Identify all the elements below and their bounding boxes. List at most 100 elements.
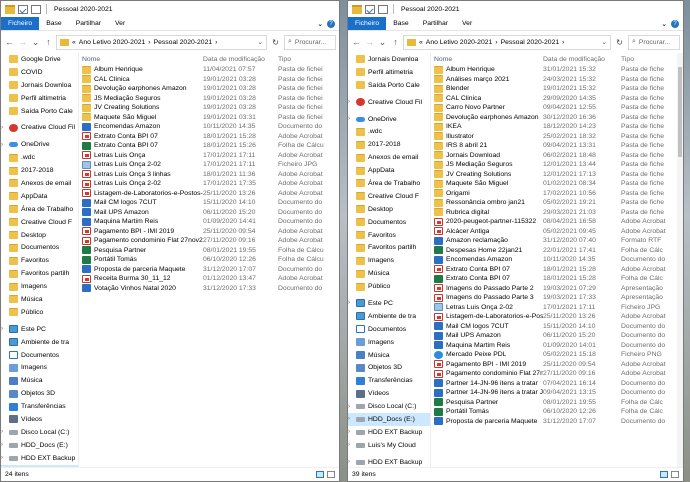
file-row[interactable]: Votação Vinhos Natal 2020 31/12/2020 17:3… — [79, 284, 339, 294]
column-date[interactable]: Data de modificação — [203, 56, 278, 63]
help-icon[interactable]: ? — [671, 19, 679, 28]
search-box[interactable]: ⌕ Procurar... — [284, 34, 336, 50]
recent-locations-icon[interactable]: ⌄ — [30, 37, 41, 48]
nav-item[interactable]: COVID — [1, 66, 78, 79]
nav-item[interactable]: Documentos — [1, 349, 78, 362]
up-arrow-icon[interactable]: ↑ — [390, 37, 401, 47]
breadcrumb-separator[interactable]: « — [72, 39, 76, 46]
file-row[interactable]: Maquete São Miguel 19/01/2021 03:31 Pasta … — [79, 113, 339, 123]
back-arrow-icon[interactable]: ← — [351, 37, 362, 47]
file-row[interactable]: Mail UPS Amazon 06/11/2020 15:20 Documento… — [431, 331, 683, 341]
file-row[interactable]: Letras Luis Onça 2-02 17/01/2021 17:11 Fic… — [431, 303, 683, 313]
file-row[interactable]: Pagamento BPI - IMI 2019 25/11/2020 09:54… — [79, 227, 339, 237]
forward-arrow-icon[interactable]: → — [364, 37, 375, 47]
file-row[interactable]: Amazon reclamação 31/12/2020 07:40 Formato… — [431, 236, 683, 246]
nav-item[interactable]: Objetos 3D — [1, 387, 78, 400]
file-row[interactable]: Ressonância ombro jan21 05/02/2021 19:21 P… — [431, 198, 683, 208]
nav-item[interactable]: Documentos — [348, 216, 430, 229]
nav-item[interactable]: Saída Porto Cale — [1, 105, 78, 118]
file-row[interactable]: Portátil Tomás 06/10/2020 12:26 Folha de C… — [79, 255, 339, 265]
nav-item[interactable]: Vídeos — [1, 413, 78, 426]
expand-chevron-icon[interactable]: › — [1, 429, 6, 435]
file-row[interactable]: IRS 8 abril 21 09/04/2021 13:31 Pasta de f… — [431, 141, 683, 151]
properties-checkbox-icon[interactable] — [18, 4, 28, 14]
file-row[interactable]: Receita Burma 30_11_12 01/12/2020 13:47 Ad… — [79, 274, 339, 284]
nav-item[interactable]: › Este PC — [348, 297, 430, 310]
file-row[interactable]: Pesquisa Partner 08/01/2021 19:55 Folha de… — [79, 246, 339, 256]
file-row[interactable]: Imagens do Passado Parte 3 19/03/2021 17:… — [431, 293, 683, 303]
file-row[interactable]: Mail UPS Amazon 06/11/2020 15:20 Documento… — [79, 208, 339, 218]
nav-item[interactable]: Área de Trabalho — [1, 203, 78, 216]
file-row[interactable]: Rubrica digital 29/03/2021 21:03 Pasta de … — [431, 208, 683, 218]
file-row[interactable]: Extrato Conta BPI 07 18/01/2021 15:26 Folh… — [79, 141, 339, 151]
file-row[interactable]: Pagamento condominio Flat 27nov2027/11/2… — [79, 236, 339, 246]
help-icon[interactable]: ? — [327, 19, 335, 28]
expand-chevron-icon[interactable]: › — [348, 300, 353, 306]
nav-item[interactable]: › OneDrive — [348, 113, 430, 126]
nav-item[interactable]: Transferências — [348, 374, 430, 387]
file-row[interactable]: CAL Clínica 19/01/2021 03:28 Pasta de fich… — [79, 75, 339, 85]
file-row[interactable]: Origami 17/02/2021 10:56 Pasta de fiche — [431, 189, 683, 199]
nav-item[interactable]: Desktop — [1, 229, 78, 242]
file-row[interactable]: Pagamento BPI - IMI 2019 25/11/2020 09:54… — [431, 360, 683, 370]
expand-ribbon-icon[interactable]: ⌄ — [661, 20, 667, 28]
file-row[interactable]: Devolução earphones Amazon 30/12/2020 16:… — [431, 113, 683, 123]
nav-item[interactable]: Imagens — [348, 336, 430, 349]
nav-item[interactable]: Favoritos — [1, 254, 78, 267]
file-row[interactable]: Mail CM logos 7CUT 15/11/2020 14:10 Docume… — [431, 322, 683, 332]
file-row[interactable]: 2020-peugeot-partner-115322 08/04/2021 16… — [431, 217, 683, 227]
recent-locations-icon[interactable]: ⌄ — [377, 37, 388, 48]
nav-item[interactable]: Objetos 3D — [348, 361, 430, 374]
nav-item[interactable]: › HDD_Docs (E:) — [348, 413, 430, 426]
file-row[interactable]: Encomendas Amazon 10/11/2020 14:35 Documen… — [431, 255, 683, 265]
file-row[interactable]: Illustrator 25/02/2021 18:32 Pasta de fich… — [431, 132, 683, 142]
nav-item[interactable]: Perfil altimetria — [1, 92, 78, 105]
nav-item[interactable]: AppData — [1, 190, 78, 203]
expand-chevron-icon[interactable]: › — [348, 116, 353, 122]
nav-item[interactable]: › Creative Cloud Fil — [1, 121, 78, 134]
vertical-scrollbar[interactable] — [677, 53, 683, 467]
breadcrumb-separator[interactable]: « — [419, 39, 423, 46]
expand-ribbon-icon[interactable]: ⌄ — [317, 20, 323, 28]
expand-chevron-icon[interactable]: › — [348, 429, 353, 435]
nav-item[interactable]: Creative Cloud F — [1, 216, 78, 229]
file-row[interactable]: Partner 14-JN-96 itens a tratar 07/04/202… — [431, 379, 683, 389]
refresh-icon[interactable]: ↻ — [613, 38, 626, 47]
tab-ribbon-1[interactable]: Base — [39, 17, 69, 30]
nav-item[interactable]: 2017-2018 — [1, 164, 78, 177]
expand-chevron-icon[interactable]: › — [348, 459, 353, 465]
nav-item[interactable]: › Disco Local (C:) — [348, 400, 430, 413]
large-icons-view-icon[interactable] — [671, 471, 679, 478]
nav-item[interactable]: Saída Porto Cale — [348, 79, 430, 92]
column-type[interactable]: Tipo — [278, 56, 339, 63]
file-row[interactable]: Jornais Download 06/02/2021 18:48 Pasta de… — [431, 151, 683, 161]
nav-item[interactable]: Área de Trabalho — [348, 177, 430, 190]
file-row[interactable]: JS Mediação Seguros 12/01/2021 13:44 Pasta… — [431, 160, 683, 170]
expand-chevron-icon[interactable]: › — [348, 416, 353, 422]
nav-item[interactable]: Perfil altimetria — [348, 66, 430, 79]
file-row[interactable]: Letras Luis Onça 3 linhas 18/01/2021 11:3… — [79, 170, 339, 180]
file-row[interactable]: Listagem-de-Laboratorios-e-Postos-de-c..… — [79, 189, 339, 199]
scrollbar-thumb[interactable] — [678, 67, 682, 157]
details-view-icon[interactable] — [316, 471, 324, 478]
file-row[interactable]: Maquete São Miguel 01/02/2021 08:34 Pasta … — [431, 179, 683, 189]
breadcrumb[interactable]: Ano Letivo 2020-2021 — [79, 39, 146, 46]
search-box[interactable]: ⌕ Procurar... — [628, 34, 680, 50]
address-dropdown-icon[interactable]: ⌄ — [257, 38, 263, 46]
nav-item[interactable]: Creative Cloud F — [348, 190, 430, 203]
file-row[interactable]: Pagamento condominio Flat 27nov2027/11/2… — [431, 369, 683, 379]
nav-item[interactable]: Público — [1, 306, 78, 319]
file-row[interactable]: Mercado Peixe PDL 05/02/2021 15:18 Ficheir… — [431, 350, 683, 360]
nav-item[interactable]: Vídeos — [348, 387, 430, 400]
file-row[interactable]: Letras Luis Onça 2-02 17/01/2021 17:11 Fic… — [79, 160, 339, 170]
nav-item[interactable]: › HDD EXT Backup — [348, 456, 430, 467]
file-row[interactable]: Maquina Martim Reis 01/09/2020 14:01 Docum… — [431, 341, 683, 351]
breadcrumb[interactable]: Pessoal 2020-2021 — [501, 39, 560, 46]
file-row[interactable]: Maquina Martim Reis 01/09/2020 14:41 Docum… — [79, 217, 339, 227]
nav-item[interactable]: Anexos de email — [1, 177, 78, 190]
expand-chevron-icon[interactable]: › — [1, 326, 6, 332]
expand-chevron-icon[interactable]: › — [348, 404, 353, 410]
nav-item[interactable]: Música — [1, 293, 78, 306]
forward-arrow-icon[interactable]: → — [17, 37, 28, 47]
file-row[interactable]: JV Creating Solutions 19/01/2021 03:28 Pas… — [79, 103, 339, 113]
